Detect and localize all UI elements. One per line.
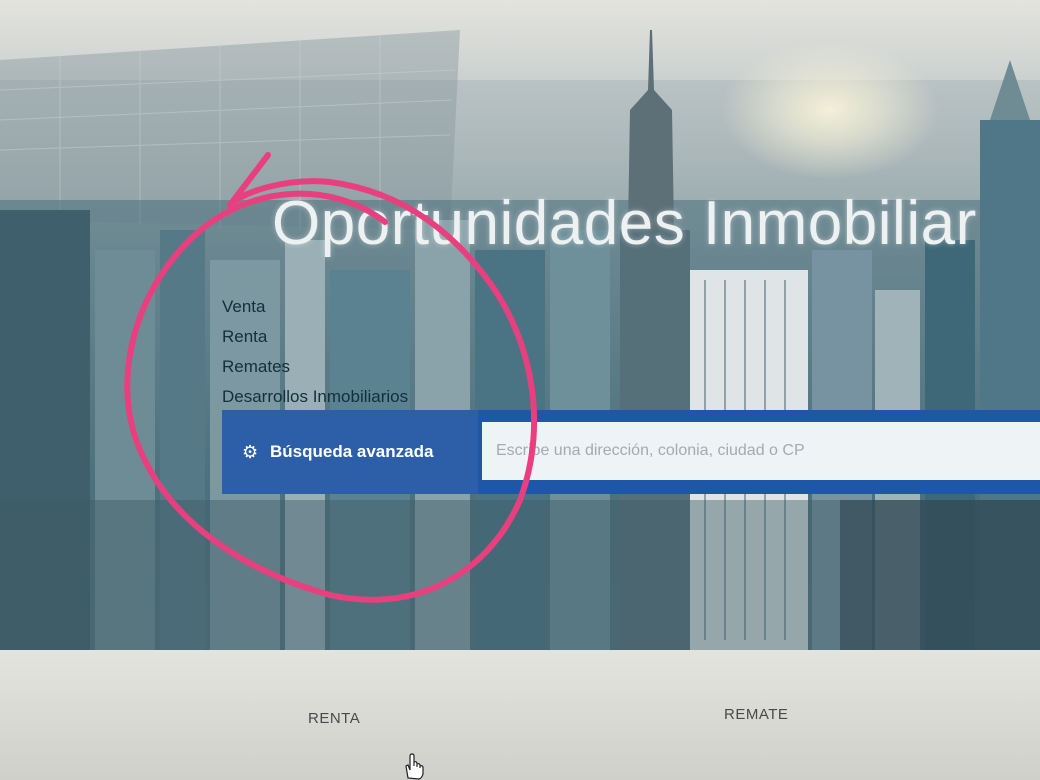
tab-remate[interactable]: REMATE [724,706,788,723]
search-bar: ⚙ Búsqueda avanzada [222,410,1040,494]
tab-renta[interactable]: RENTA [308,710,360,727]
category-link-renta[interactable]: Renta [222,322,408,352]
category-link-venta[interactable]: Venta [222,292,408,322]
category-menu: Venta Renta Remates Desarrollos Inmobili… [222,292,408,412]
hero-title: Oportunidades Inmobiliar [272,189,977,258]
hero-banner: Oportunidades Inmobiliar Venta Renta Rem… [0,0,1040,650]
search-input-wrapper [478,410,1040,494]
search-input[interactable] [482,422,1040,480]
advanced-search-button[interactable]: ⚙ Búsqueda avanzada [222,410,478,494]
hand-pointer-icon [405,753,424,780]
category-link-remates[interactable]: Remates [222,352,408,382]
bottom-tabs-strip: RENTA REMATE [0,650,1040,780]
advanced-search-label: Búsqueda avanzada [270,442,434,461]
gear-icon: ⚙ [242,442,259,462]
category-link-desarrollos[interactable]: Desarrollos Inmobiliarios [222,382,408,412]
